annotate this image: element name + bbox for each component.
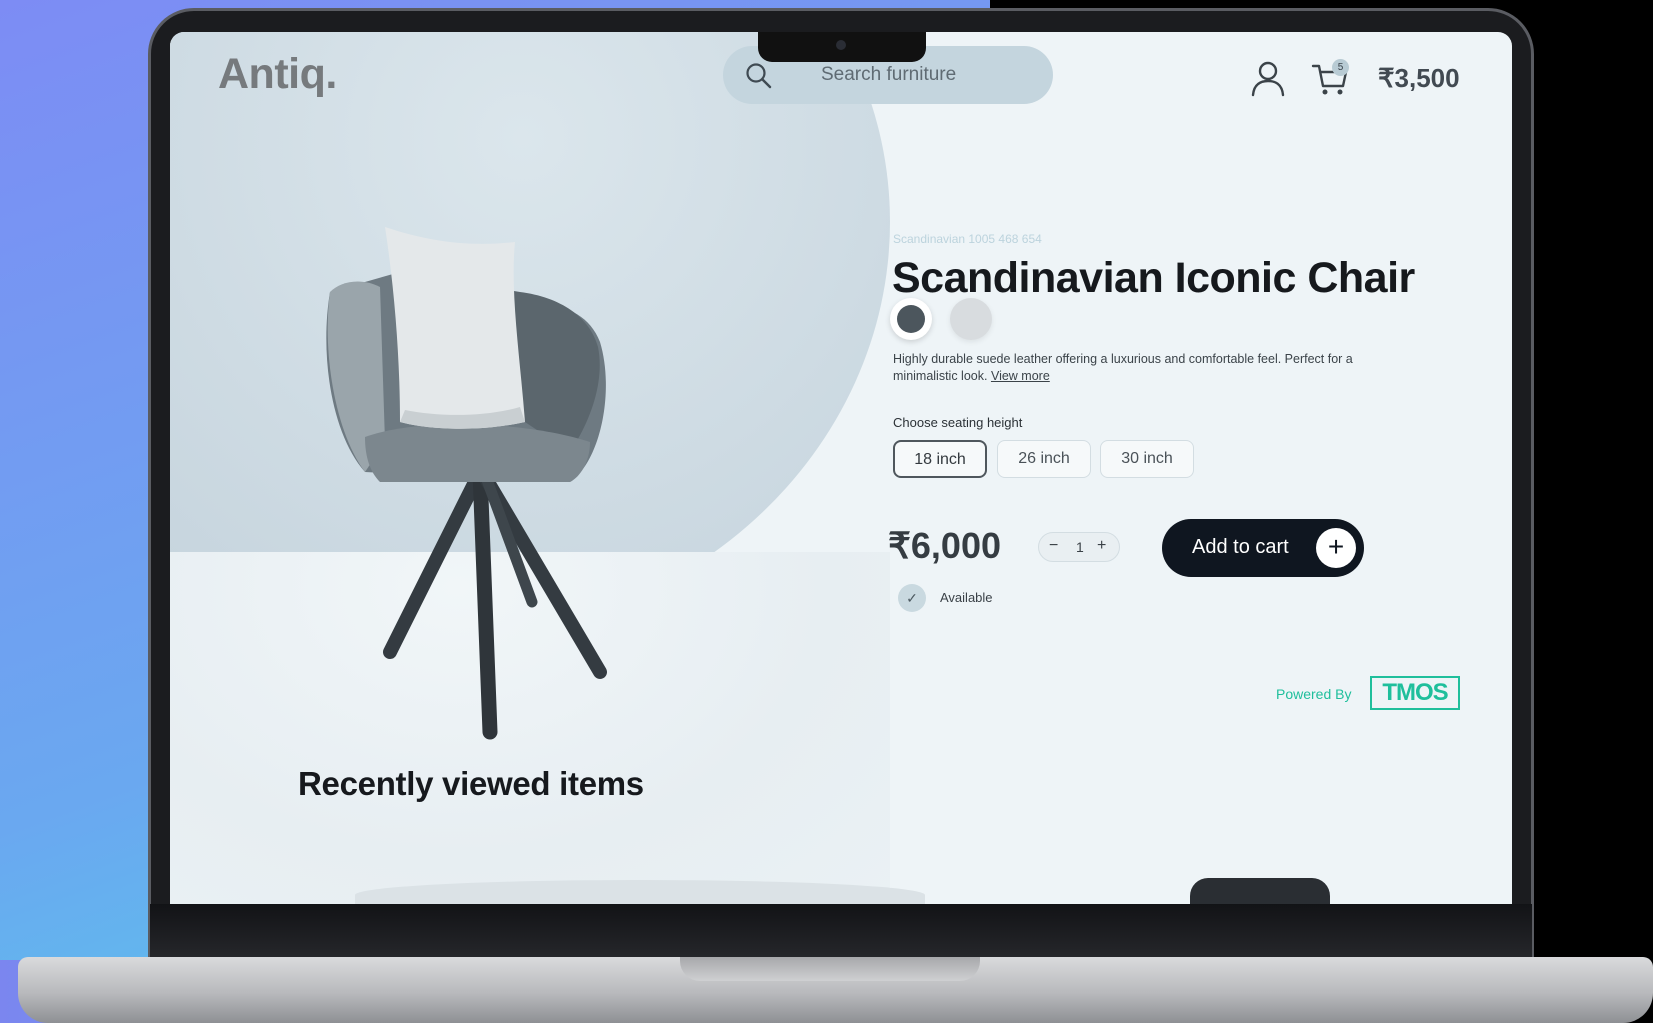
laptop-screen: Antiq. Search furniture 5 ₹3,500 Scandin… (170, 32, 1512, 904)
color-swatch-charcoal[interactable] (890, 298, 932, 340)
add-to-cart-button[interactable]: Add to cart + (1162, 519, 1364, 577)
product-title: Scandinavian Iconic Chair (892, 254, 1415, 302)
decrement-button[interactable]: − (1049, 537, 1058, 555)
laptop-bezel-bottom (150, 904, 1532, 959)
product-sku: Scandinavian 1005 468 654 (893, 232, 1042, 246)
site-logo[interactable]: Antiq. (218, 50, 337, 99)
laptop-opening-notch (680, 957, 980, 981)
view-more-link[interactable]: View more (991, 369, 1050, 383)
user-icon[interactable] (1248, 58, 1288, 98)
add-to-cart-label: Add to cart (1192, 536, 1289, 558)
seating-option-26[interactable]: 26 inch (997, 440, 1091, 478)
camera-icon (836, 40, 846, 50)
plus-icon: + (1316, 528, 1356, 568)
availability-status: Available (940, 590, 993, 605)
check-icon: ✓ (898, 584, 926, 612)
product-price: ₹6,000 (888, 525, 1001, 566)
product-description: Highly durable suede leather offering a … (893, 351, 1373, 385)
cart-total[interactable]: ₹3,500 (1378, 63, 1460, 94)
search-input[interactable]: Search furniture (821, 64, 956, 86)
quantity-value: 1 (1076, 539, 1084, 555)
recent-item-thumbnail[interactable] (355, 880, 925, 904)
search-icon[interactable] (745, 62, 773, 90)
increment-button[interactable]: + (1097, 537, 1106, 555)
description-text: Highly durable suede leather offering a … (893, 352, 1353, 383)
camera-notch (758, 32, 926, 62)
tmos-logo[interactable]: TMOS (1370, 676, 1460, 710)
cart-count-badge: 5 (1332, 59, 1349, 76)
seating-option-30[interactable]: 30 inch (1100, 440, 1194, 478)
seating-option-18[interactable]: 18 inch (893, 440, 987, 478)
seating-height-label: Choose seating height (893, 415, 1023, 430)
recently-viewed-heading: Recently viewed items (298, 765, 644, 802)
quantity-stepper: − 1 + (1038, 532, 1120, 562)
chair-product-image (326, 227, 607, 740)
powered-by-label: Powered By (1276, 686, 1352, 702)
recent-item-thumbnail[interactable] (1190, 878, 1330, 904)
color-swatch-light-grey[interactable] (950, 298, 992, 340)
